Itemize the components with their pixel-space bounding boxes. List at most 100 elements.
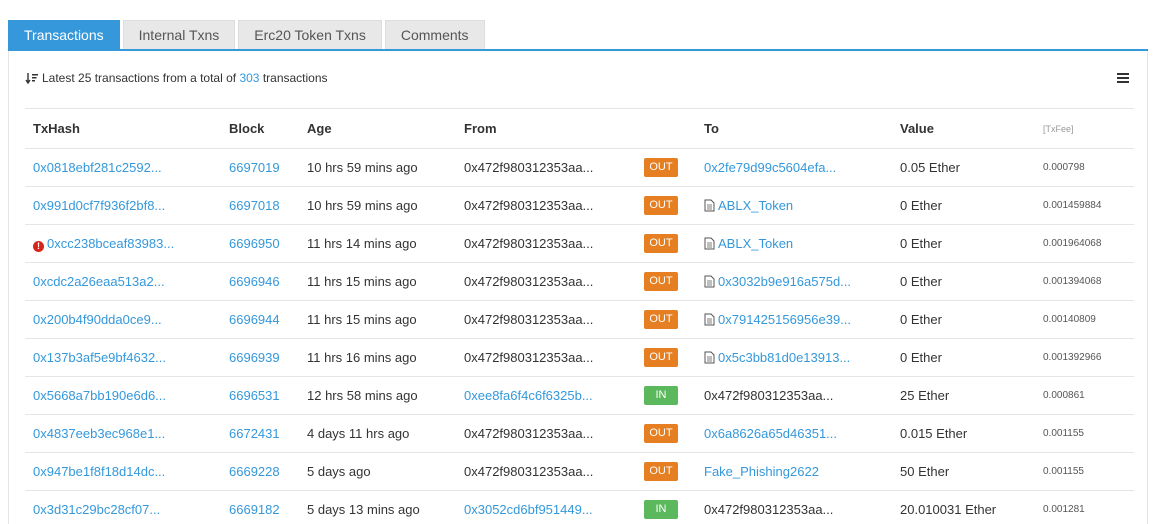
txhash-link[interactable]: 0xcc238bceaf83983...: [47, 236, 174, 251]
block-link[interactable]: 6696939: [229, 350, 280, 365]
table-row: 0x4837eeb3ec968e1... 6672431 4 days 11 hrs…: [25, 414, 1134, 453]
age-cell: 11 hrs 15 mins ago: [299, 262, 456, 301]
tab-bar: Transactions Internal Txns Erc20 Token T…: [8, 20, 488, 49]
contract-icon: [704, 237, 715, 250]
from-address: 0x472f980312353aa...: [464, 274, 594, 289]
direction-cell: OUT: [636, 148, 696, 187]
tab-internal-txns[interactable]: Internal Txns: [122, 20, 236, 49]
block-link[interactable]: 6697018: [229, 198, 280, 213]
direction-cell: OUT: [636, 300, 696, 339]
from-cell: 0xee8fa6f4c6f6325b...: [456, 376, 636, 415]
age-cell: 11 hrs 16 mins ago: [299, 338, 456, 377]
direction-badge: OUT: [644, 196, 678, 215]
table-row: 0x5668a7bb190e6d6... 6696531 12 hrs 58 min…: [25, 376, 1134, 415]
col-header-value: Value: [892, 108, 1035, 149]
tab-transactions[interactable]: Transactions: [8, 20, 120, 49]
txhash-link[interactable]: 0x137b3af5e9bf4632...: [33, 350, 166, 365]
txhash-cell: 0x947be1f8f18d14dc...: [25, 452, 221, 491]
direction-cell: OUT: [636, 452, 696, 491]
block-cell: 6697018: [221, 186, 299, 225]
tab-erc20-token-txns[interactable]: Erc20 Token Txns: [238, 20, 382, 49]
direction-badge: OUT: [644, 272, 678, 291]
block-cell: 6696946: [221, 262, 299, 301]
txhash-cell: 0x0818ebf281c2592...: [25, 148, 221, 187]
to-address[interactable]: ABLX_Token: [718, 236, 793, 251]
block-link[interactable]: 6696531: [229, 388, 280, 403]
value-cell: 25 Ether: [892, 376, 1035, 415]
to-address[interactable]: 0x791425156956e39...: [718, 312, 851, 327]
block-link[interactable]: 6672431: [229, 426, 280, 441]
from-cell: 0x3052cd6bf951449...: [456, 490, 636, 524]
txhash-link[interactable]: 0x0818ebf281c2592...: [33, 160, 162, 175]
tab-comments[interactable]: Comments: [384, 20, 485, 49]
hamburger-menu-icon[interactable]: [1117, 73, 1129, 83]
txhash-link[interactable]: 0x991d0cf7f936f2bf8...: [33, 198, 165, 213]
summary-suffix: transactions: [262, 71, 328, 85]
col-header-from: From: [456, 108, 636, 149]
block-link[interactable]: 6669182: [229, 502, 280, 517]
direction-cell: OUT: [636, 224, 696, 263]
txhash-link[interactable]: 0x947be1f8f18d14dc...: [33, 464, 165, 479]
block-link[interactable]: 6696950: [229, 236, 280, 251]
txfee-cell: 0.001964068: [1035, 224, 1134, 263]
col-header-to: To: [696, 108, 892, 149]
direction-badge: IN: [644, 386, 678, 405]
from-address[interactable]: 0x3052cd6bf951449...: [464, 502, 593, 517]
table-row: 0x0818ebf281c2592... 6697019 10 hrs 59 min…: [25, 148, 1134, 187]
from-cell: 0x472f980312353aa...: [456, 224, 636, 263]
contract-icon: [704, 275, 715, 288]
to-address[interactable]: 0x2fe79d99c5604efa...: [704, 160, 836, 175]
from-address: 0x472f980312353aa...: [464, 426, 594, 441]
age-cell: 11 hrs 14 mins ago: [299, 224, 456, 263]
to-address[interactable]: 0x6a8626a65d46351...: [704, 426, 837, 441]
col-header-direction: [636, 108, 696, 149]
from-address: 0x472f980312353aa...: [464, 160, 594, 175]
txhash-link[interactable]: 0x200b4f90dda0ce9...: [33, 312, 162, 327]
txfee-cell: 0.000861: [1035, 376, 1134, 415]
contract-icon: [704, 313, 715, 326]
from-address: 0x472f980312353aa...: [464, 312, 594, 327]
block-link[interactable]: 6696946: [229, 274, 280, 289]
block-cell: 6672431: [221, 414, 299, 453]
direction-badge: IN: [644, 500, 678, 519]
transactions-panel: Latest 25 transactions from a total of 3…: [8, 51, 1148, 524]
to-cell: ABLX_Token: [696, 186, 892, 225]
to-address[interactable]: ABLX_Token: [718, 198, 793, 213]
to-cell: 0x791425156956e39...: [696, 300, 892, 339]
direction-badge: OUT: [644, 424, 678, 443]
from-address: 0x472f980312353aa...: [464, 350, 594, 365]
txhash-link[interactable]: 0xcdc2a26eaa513a2...: [33, 274, 165, 289]
col-header-block: Block: [221, 108, 299, 149]
age-cell: 10 hrs 59 mins ago: [299, 186, 456, 225]
from-cell: 0x472f980312353aa...: [456, 338, 636, 377]
direction-badge: OUT: [644, 158, 678, 177]
txfee-cell: 0.001394068: [1035, 262, 1134, 301]
from-cell: 0x472f980312353aa...: [456, 186, 636, 225]
direction-cell: OUT: [636, 186, 696, 225]
txhash-link[interactable]: 0x5668a7bb190e6d6...: [33, 388, 166, 403]
to-address[interactable]: 0x3032b9e916a575d...: [718, 274, 851, 289]
from-cell: 0x472f980312353aa...: [456, 262, 636, 301]
table-row: 0x991d0cf7f936f2bf8... 6697018 10 hrs 59 m…: [25, 186, 1134, 225]
from-address[interactable]: 0xee8fa6f4c6f6325b...: [464, 388, 593, 403]
to-address[interactable]: 0x5c3bb81d0e13913...: [718, 350, 850, 365]
summary-prefix: Latest 25 transactions from a total of: [42, 71, 237, 85]
age-cell: 4 days 11 hrs ago: [299, 414, 456, 453]
direction-cell: IN: [636, 376, 696, 415]
txfee-cell: 0.001281: [1035, 490, 1134, 524]
table-header-row: TxHash Block Age From To Value [TxFee]: [25, 108, 1134, 149]
to-address[interactable]: Fake_Phishing2622: [704, 464, 819, 479]
block-link[interactable]: 6697019: [229, 160, 280, 175]
to-cell: ABLX_Token: [696, 224, 892, 263]
block-link[interactable]: 6696944: [229, 312, 280, 327]
contract-icon: [704, 199, 715, 212]
total-transactions-link[interactable]: 303: [239, 71, 259, 85]
direction-cell: IN: [636, 490, 696, 524]
value-cell: 0 Ether: [892, 224, 1035, 263]
transactions-summary: Latest 25 transactions from a total of 3…: [25, 71, 328, 85]
block-cell: 6697019: [221, 148, 299, 187]
txhash-link[interactable]: 0x4837eeb3ec968e1...: [33, 426, 165, 441]
direction-badge: OUT: [644, 348, 678, 367]
txhash-link[interactable]: 0x3d31c29bc28cf07...: [33, 502, 160, 517]
block-link[interactable]: 6669228: [229, 464, 280, 479]
